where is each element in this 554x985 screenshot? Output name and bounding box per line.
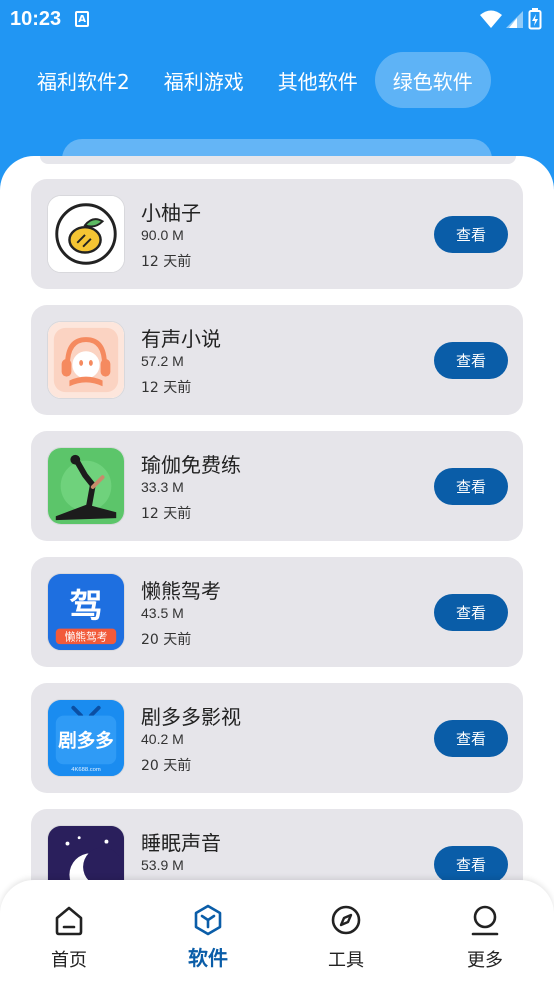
app-name: 懒熊驾考 — [141, 579, 221, 603]
status-bar: 10:23 A — [0, 0, 554, 38]
nav-software[interactable]: 软件 — [158, 902, 258, 971]
app-size: 40.2 M — [141, 731, 184, 747]
list-item[interactable]: 瑜伽免费练 33.3 M 12 天前 查看 — [31, 431, 523, 541]
app-date: 20 天前 — [141, 632, 192, 648]
notification-icon: A — [75, 11, 90, 27]
app-date: 12 天前 — [141, 380, 192, 396]
app-name: 有声小说 — [141, 327, 221, 351]
svg-text:4K688.com: 4K688.com — [71, 767, 101, 773]
signal-icon — [506, 11, 523, 28]
app-size: 33.3 M — [141, 479, 184, 495]
nav-label: 首页 — [51, 950, 87, 971]
app-size: 90.0 M — [141, 227, 184, 243]
app-date: 12 天前 — [141, 254, 192, 270]
list-edge — [40, 156, 516, 164]
wifi-icon — [480, 10, 502, 28]
nav-tools[interactable]: 工具 — [296, 902, 396, 972]
cube-icon — [194, 904, 222, 936]
yoga-icon — [47, 447, 125, 525]
svg-text:剧多多: 剧多多 — [58, 730, 114, 752]
app-list: 小柚子 90.0 M 12 天前 查看 有声小说 57.2 M 12 天前 查看 — [0, 156, 554, 916]
tab-welfare-software-2[interactable]: 福利软件2 — [20, 52, 147, 108]
app-name: 小柚子 — [141, 201, 201, 225]
nav-label: 更多 — [467, 950, 503, 971]
tab-welfare-games[interactable]: 福利游戏 — [147, 52, 261, 108]
view-button[interactable]: 查看 — [434, 594, 508, 631]
app-size: 53.9 M — [141, 857, 184, 873]
app-name: 睡眠声音 — [141, 831, 221, 855]
app-size: 57.2 M — [141, 353, 184, 369]
person-icon — [471, 905, 499, 936]
grapefruit-icon — [47, 195, 125, 273]
list-item[interactable]: 驾 懒熊驾考 懒熊驾考 43.5 M 20 天前 查看 — [31, 557, 523, 667]
status-time: 10:23 — [10, 7, 62, 30]
app-name: 剧多多影视 — [141, 705, 241, 729]
battery-icon — [528, 8, 542, 30]
view-button[interactable]: 查看 — [434, 468, 508, 505]
app-size: 43.5 M — [141, 605, 184, 621]
tab-green-software[interactable]: 绿色软件 — [374, 52, 491, 108]
bottom-navigation: 首页 软件 工具 更多 — [0, 880, 554, 985]
nav-label: 工具 — [328, 950, 364, 971]
nav-more[interactable]: 更多 — [435, 902, 535, 972]
view-button[interactable]: 查看 — [434, 846, 508, 883]
list-item[interactable]: 剧多多 4K688.com 剧多多影视 40.2 M 20 天前 查看 — [31, 683, 523, 793]
category-tabs: 福利软件2 福利游戏 其他软件 绿色软件 — [20, 52, 534, 108]
tv-icon: 剧多多 4K688.com — [47, 699, 125, 777]
home-icon — [55, 906, 83, 936]
list-item[interactable]: 有声小说 57.2 M 12 天前 查看 — [31, 305, 523, 415]
view-button[interactable]: 查看 — [434, 216, 508, 253]
nav-label: 软件 — [188, 946, 228, 970]
list-item[interactable]: 小柚子 90.0 M 12 天前 查看 — [31, 179, 523, 289]
tab-other-software[interactable]: 其他软件 — [261, 52, 375, 108]
app-name: 瑜伽免费练 — [141, 453, 241, 477]
view-button[interactable]: 查看 — [434, 720, 508, 757]
svg-text:懒熊驾考: 懒熊驾考 — [65, 630, 108, 643]
app-date: 20 天前 — [141, 758, 192, 774]
status-icons — [480, 8, 542, 30]
nav-home[interactable]: 首页 — [19, 902, 119, 972]
view-button[interactable]: 查看 — [434, 342, 508, 379]
app-date: 12 天前 — [141, 506, 192, 522]
svg-text:驾: 驾 — [69, 586, 102, 625]
driving-exam-icon: 驾 懒熊驾考 — [47, 573, 125, 651]
audiobook-icon — [47, 321, 125, 399]
compass-icon — [331, 905, 361, 935]
